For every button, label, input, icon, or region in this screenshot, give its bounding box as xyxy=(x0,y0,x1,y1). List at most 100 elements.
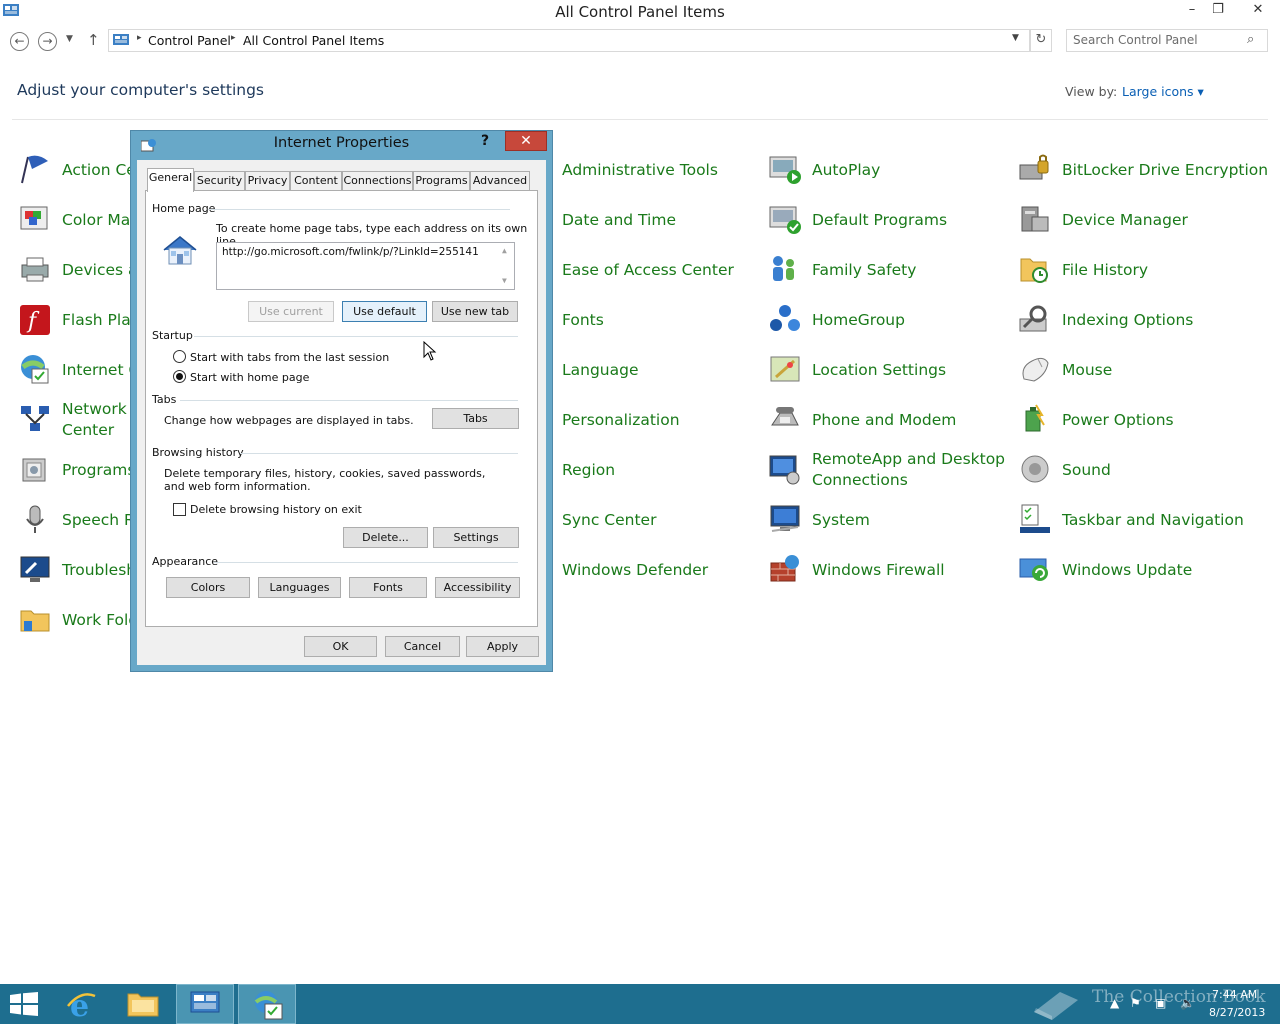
cp-item-flash-player[interactable]: f Flash Play xyxy=(18,299,140,343)
cp-item-autoplay[interactable]: AutoPlay xyxy=(768,149,1008,193)
delete-history-button[interactable]: Delete... xyxy=(343,527,428,548)
fonts-button[interactable]: Fonts xyxy=(349,577,427,598)
back-button[interactable]: ← xyxy=(10,32,29,51)
accessibility-button[interactable]: Accessibility xyxy=(435,577,520,598)
search-input[interactable] xyxy=(1073,33,1243,47)
forward-button[interactable]: → xyxy=(38,32,57,51)
cp-item-bitlocker-drive-encryption[interactable]: BitLocker Drive Encryption xyxy=(1018,149,1268,193)
cp-item-phone-and-modem[interactable]: Phone and Modem xyxy=(768,399,1008,443)
textarea-scrollbar[interactable]: ▲ ▼ xyxy=(498,243,514,289)
cp-item-homegroup[interactable]: HomeGroup xyxy=(768,299,1008,343)
tab-advanced[interactable]: Advanced xyxy=(470,171,530,190)
delete-history-on-exit-checkbox[interactable] xyxy=(173,503,186,516)
cp-item-date-and-time[interactable]: Date and Time xyxy=(518,199,758,243)
home-page-url-field[interactable]: http://go.microsoft.com/fwlink/p/?LinkId… xyxy=(216,242,515,290)
recent-locations-dropdown[interactable]: ▼ xyxy=(66,34,73,44)
use-new-tab-button[interactable]: Use new tab xyxy=(432,301,518,322)
show-hidden-icons-icon[interactable]: ▲ xyxy=(1110,996,1119,1010)
dialog-close-button[interactable]: ✕ xyxy=(505,131,547,151)
cp-item-system[interactable]: System xyxy=(768,499,1008,543)
address-dropdown-icon[interactable]: ▼ xyxy=(1012,33,1019,43)
cp-item-sound[interactable]: Sound xyxy=(1018,449,1268,493)
cp-item-sync-center[interactable]: Sync Center xyxy=(518,499,758,543)
refresh-button[interactable]: ↻ xyxy=(1030,29,1052,52)
cp-item-speech-recognition[interactable]: Speech Re xyxy=(18,499,144,543)
breadcrumb-separator[interactable]: ▸ xyxy=(231,33,236,43)
cp-item-indexing-options[interactable]: Indexing Options xyxy=(1018,299,1268,343)
ok-button[interactable]: OK xyxy=(304,636,377,657)
cp-item-mouse[interactable]: Mouse xyxy=(1018,349,1268,393)
startup-last-session-label[interactable]: Start with tabs from the last session xyxy=(190,351,389,364)
clock-time[interactable]: 7:44 AM xyxy=(1212,988,1257,1001)
cp-item-windows-firewall[interactable]: Windows Firewall xyxy=(768,549,1008,593)
cp-item-windows-defender[interactable]: Windows Defender xyxy=(518,549,758,593)
use-default-button[interactable]: Use default xyxy=(342,301,427,322)
tab-general[interactable]: General xyxy=(147,168,194,192)
cp-item-devices-and-printers[interactable]: Devices ar xyxy=(18,249,144,293)
tab-programs[interactable]: Programs xyxy=(413,171,470,190)
close-button[interactable]: ✕ xyxy=(1240,0,1276,22)
help-button[interactable]: ? xyxy=(481,133,489,149)
cp-item-fonts[interactable]: Fonts xyxy=(518,299,758,343)
apply-button[interactable]: Apply xyxy=(466,636,539,657)
colors-button[interactable]: Colors xyxy=(166,577,250,598)
cp-item-default-programs[interactable]: Default Programs xyxy=(768,199,1008,243)
cp-item-remoteapp-and-desktop-connections[interactable]: RemoteApp and Desktop Connections xyxy=(768,449,1008,493)
breadcrumb-separator[interactable]: ▸ xyxy=(137,33,142,43)
action-center-flag-icon[interactable]: ⚑ xyxy=(1130,996,1141,1010)
cp-item-label: Windows Defender xyxy=(562,561,709,579)
tab-content[interactable]: Content xyxy=(290,171,342,190)
cp-item-internet-options[interactable]: Internet O xyxy=(18,349,141,393)
network-icon[interactable]: ▣ xyxy=(1155,996,1166,1010)
languages-button[interactable]: Languages xyxy=(258,577,341,598)
cp-item-device-manager[interactable]: Device Manager xyxy=(1018,199,1268,243)
taskbar-internet-explorer[interactable]: e xyxy=(52,984,110,1024)
taskbar-internet-properties[interactable] xyxy=(238,984,296,1024)
cp-item-work-folders[interactable]: Work Fold xyxy=(18,599,138,643)
maximize-button[interactable]: ❐ xyxy=(1204,0,1232,22)
cp-item-taskbar-and-navigation[interactable]: Taskbar and Navigation xyxy=(1018,499,1268,543)
search-box[interactable]: ⌕ xyxy=(1066,29,1268,52)
address-bar[interactable]: ▸ Control Panel ▸ All Control Panel Item… xyxy=(108,29,1030,52)
start-windows-icon[interactable] xyxy=(10,992,38,1016)
cp-item-personalization[interactable]: Personalization xyxy=(518,399,758,443)
cp-item-family-safety[interactable]: Family Safety xyxy=(768,249,1008,293)
use-current-button[interactable]: Use current xyxy=(248,301,334,322)
cp-item-power-options[interactable]: Power Options xyxy=(1018,399,1268,443)
cancel-button[interactable]: Cancel xyxy=(385,636,460,657)
tab-privacy[interactable]: Privacy xyxy=(245,171,290,190)
taskbar-file-explorer[interactable] xyxy=(114,984,172,1024)
cp-item-file-history[interactable]: File History xyxy=(1018,249,1268,293)
delete-history-on-exit-label[interactable]: Delete browsing history on exit xyxy=(190,503,362,516)
view-by-dropdown[interactable]: Large icons ▾ xyxy=(1122,84,1204,99)
cp-item-programs-and-features[interactable]: Programs xyxy=(18,449,135,493)
search-icon[interactable]: ⌕ xyxy=(1247,32,1254,47)
startup-home-page-label[interactable]: Start with home page xyxy=(190,371,309,384)
cp-item-ease-of-access-center[interactable]: Ease of Access Center xyxy=(518,249,758,293)
cp-item-network-and-sharing-center[interactable]: Network a Center xyxy=(18,399,141,443)
tab-connections[interactable]: Connections xyxy=(342,171,413,190)
startup-home-page-radio[interactable] xyxy=(173,370,186,383)
cp-item-region[interactable]: Region xyxy=(518,449,758,493)
cp-item-color-management[interactable]: Color Man xyxy=(18,199,140,243)
cp-item-troubleshooting[interactable]: Troublesh xyxy=(18,549,136,593)
cp-item-language[interactable]: Language xyxy=(518,349,758,393)
clock-date[interactable]: 8/27/2013 xyxy=(1209,1006,1265,1019)
volume-icon[interactable]: 🔈 xyxy=(1180,996,1195,1010)
history-settings-button[interactable]: Settings xyxy=(433,527,519,548)
tabs-settings-button[interactable]: Tabs xyxy=(432,408,519,429)
breadcrumb-control-panel[interactable]: Control Panel xyxy=(148,33,231,48)
scroll-up-icon[interactable]: ▲ xyxy=(502,246,507,255)
cp-item-label: Family Safety xyxy=(812,261,917,279)
cp-item-administrative-tools[interactable]: Administrative Tools xyxy=(518,149,758,193)
taskbar-control-panel[interactable] xyxy=(176,984,234,1024)
breadcrumb-all-items[interactable]: All Control Panel Items xyxy=(243,33,384,48)
up-button[interactable]: ↑ xyxy=(87,31,100,49)
cp-item-location-settings[interactable]: Location Settings xyxy=(768,349,1008,393)
minimize-button[interactable]: – xyxy=(1178,0,1206,22)
scroll-down-icon[interactable]: ▼ xyxy=(502,276,507,285)
cp-item-windows-update[interactable]: Windows Update xyxy=(1018,549,1268,593)
cp-item-action-center[interactable]: Action Cen xyxy=(18,149,146,193)
startup-last-session-radio[interactable] xyxy=(173,350,186,363)
tab-security[interactable]: Security xyxy=(194,171,245,190)
